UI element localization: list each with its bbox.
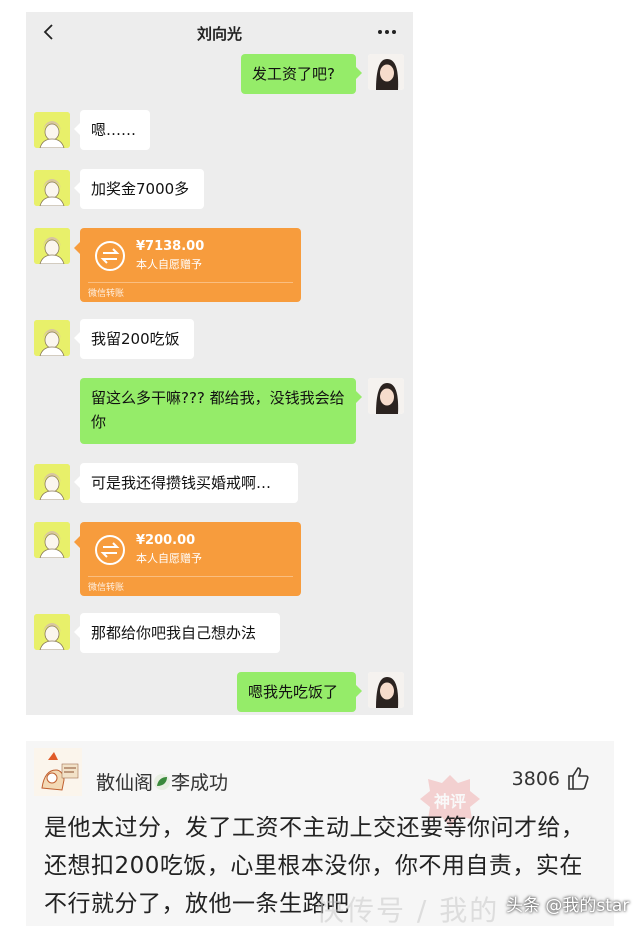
like-count: 3806	[511, 768, 560, 790]
transfer-footer: 微信转账	[88, 583, 125, 593]
transfer-icon	[95, 241, 125, 271]
message-bubble-sent[interactable]: 留这么多干嘛??? 都给我，没钱我会给你	[80, 378, 362, 444]
transfer-card[interactable]: ¥7138.00 本人自愿赠予 微信转账	[74, 228, 301, 302]
divider	[88, 282, 293, 283]
chat-title: 刘向光	[196, 25, 242, 43]
message-bubble-sent[interactable]: 发工资了吧?	[241, 54, 362, 94]
transfer-icon	[95, 535, 125, 565]
avatar[interactable]	[368, 672, 404, 708]
watermark: 快传号 / 我的	[316, 894, 500, 927]
avatar[interactable]	[34, 464, 70, 500]
commenter-avatar[interactable]	[34, 748, 82, 796]
avatar[interactable]	[34, 112, 70, 148]
avatar[interactable]	[368, 378, 404, 414]
transfer-note: 本人自愿赠予	[136, 552, 202, 565]
avatar[interactable]	[34, 228, 70, 264]
message-bubble-sent[interactable]: 嗯我先吃饭了	[237, 672, 362, 712]
commenter-name-part1: 散仙阁	[96, 772, 154, 794]
source-watermark: 头条 @我的star	[506, 896, 630, 916]
commenter-name-part2: 李成功	[171, 772, 229, 794]
commenter-name[interactable]: 散仙阁 李成功	[96, 768, 228, 795]
message-bubble-received[interactable]: 加奖金7000多	[74, 169, 204, 209]
transfer-amount: ¥7138.00	[136, 239, 205, 254]
divider	[88, 576, 293, 577]
message-bubble-received[interactable]: 那都给你吧我自己想办法	[74, 613, 280, 653]
avatar[interactable]	[34, 320, 70, 356]
avatar[interactable]	[34, 170, 70, 206]
transfer-footer: 微信转账	[88, 289, 125, 299]
transfer-note: 本人自愿赠予	[136, 258, 202, 271]
transfer-amount: ¥200.00	[136, 533, 196, 548]
message-bubble-received[interactable]: 可是我还得攒钱买婚戒啊…	[74, 463, 298, 503]
message-bubble-received[interactable]: 我留200吃饭	[74, 319, 194, 359]
avatar[interactable]	[34, 522, 70, 558]
thumb-up-icon[interactable]	[566, 765, 590, 791]
comment-card: 散仙阁 李成功 3806 神评 是他太过分，发了工资不主动上交还要等你问才给，还想…	[26, 741, 629, 927]
more-icon[interactable]	[375, 21, 399, 43]
avatar[interactable]	[34, 614, 70, 650]
avatar[interactable]	[368, 54, 404, 90]
transfer-card[interactable]: ¥200.00 本人自愿赠予 微信转账	[74, 522, 301, 596]
chat-screenshot: 刘向光 发工资了吧? 嗯…… 加奖金7000多 ¥7138.00 本人自愿赠予 …	[26, 12, 413, 715]
chat-header: 刘向光	[26, 12, 413, 54]
leaf-icon	[154, 774, 171, 790]
message-bubble-received[interactable]: 嗯……	[74, 110, 150, 150]
